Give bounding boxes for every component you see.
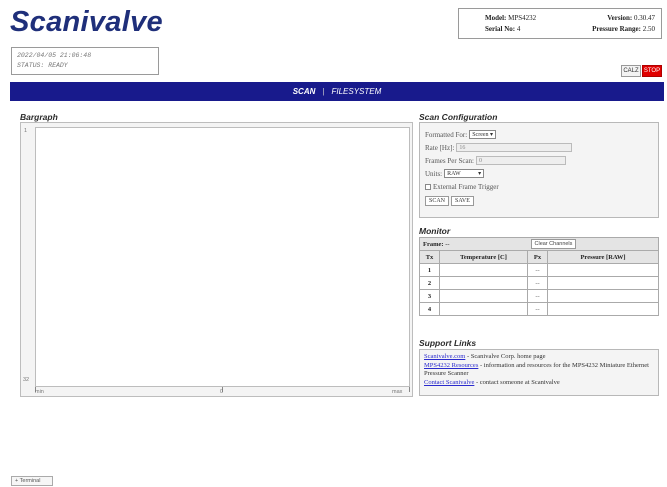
bargraph-panel: 1 32 min 0 max xyxy=(20,122,413,397)
bargraph-tick-max xyxy=(409,387,410,392)
px-cell: -- xyxy=(527,276,548,290)
temperature-cell xyxy=(439,302,528,316)
external-frame-trigger-checkbox[interactable] xyxy=(425,183,431,190)
external-frame-trigger-label: External Frame Trigger xyxy=(433,182,499,191)
tx-cell: 2 xyxy=(419,276,440,290)
pressure-cell xyxy=(547,302,659,316)
units-label: Units: xyxy=(425,169,443,178)
mps4232-resources-link[interactable]: MPS4232 Resources xyxy=(424,362,478,369)
save-button[interactable]: SAVE xyxy=(451,195,474,206)
frames-per-scan-label: Frames Per Scan: xyxy=(425,156,474,165)
scan-button[interactable]: SCAN xyxy=(425,195,450,206)
tx-cell: 3 xyxy=(419,289,440,303)
support-links-panel: Scanivalve.com - Scanivalve Corp. home p… xyxy=(419,349,659,396)
units-select[interactable]: RAW ▾ xyxy=(444,169,485,178)
model-value: MPS4232 xyxy=(508,14,537,22)
frame-value: -- xyxy=(445,240,450,248)
bargraph-max-label: max xyxy=(392,389,403,395)
datetime-text: 2022/04/05 21:06:48 xyxy=(17,52,92,59)
bargraph-top-index: 1 xyxy=(24,128,28,134)
terminal-button[interactable]: + Terminal xyxy=(11,476,53,486)
temperature-cell xyxy=(439,289,528,303)
px-cell: -- xyxy=(527,263,548,277)
col-px: Px xyxy=(527,250,548,264)
chevron-down-icon: ▾ xyxy=(490,132,494,138)
version-value: 0.30.47 xyxy=(634,14,655,22)
rate-input[interactable]: 16 xyxy=(456,143,573,152)
pressure-range-label: Pressure Range: xyxy=(592,25,641,33)
px-cell: -- xyxy=(527,302,548,316)
monitor-table: Frame: -- Clear Channels Tx Temperature … xyxy=(419,237,659,316)
scanivalve-logo: Scanivalve xyxy=(10,6,163,38)
scan-config-title: Scan Configuration xyxy=(419,112,498,122)
nav-filesystem-link[interactable]: FILESYSTEM xyxy=(331,87,381,96)
tx-cell: 1 xyxy=(419,263,440,277)
rate-label: Rate [Hz]: xyxy=(425,143,455,152)
table-row: 4 -- xyxy=(419,302,659,316)
px-cell: -- xyxy=(527,289,548,303)
frames-per-scan-input[interactable]: 0 xyxy=(476,156,566,165)
col-temperature: Temperature [C] xyxy=(439,250,528,264)
bargraph-min-label: min xyxy=(35,389,44,395)
chevron-down-icon: ▾ xyxy=(478,171,482,177)
temperature-cell xyxy=(439,276,528,290)
tx-cell: 4 xyxy=(419,302,440,316)
scan-config-panel: Formatted For: Screen ▾ Rate [Hz]: 16 Fr… xyxy=(419,122,659,218)
bargraph-bottom-index: 32 xyxy=(23,377,30,383)
pressure-cell xyxy=(547,263,659,277)
table-row: 3 -- xyxy=(419,289,659,303)
nav-scan-link[interactable]: SCAN xyxy=(293,87,316,96)
status-text: STATUS: READY xyxy=(17,62,68,69)
frame-label: Frame: xyxy=(423,240,444,248)
monitor-title: Monitor xyxy=(419,226,451,236)
calz-button[interactable]: CALZ xyxy=(621,65,641,77)
pressure-range-value: 2.50 xyxy=(642,25,655,33)
table-row: 2 -- xyxy=(419,276,659,290)
nav-bar: SCAN | FILESYSTEM xyxy=(10,82,664,101)
pressure-cell xyxy=(547,276,659,290)
col-tx: Tx xyxy=(419,250,440,264)
formatted-for-value: Screen xyxy=(472,132,489,138)
bargraph-plot xyxy=(35,127,410,387)
version-label: Version: xyxy=(607,14,633,22)
status-box: 2022/04/05 21:06:48 STATUS: READY xyxy=(11,47,159,75)
nav-separator: | xyxy=(322,87,325,96)
serial-value: 4 xyxy=(516,25,521,33)
table-row: 1 -- xyxy=(419,263,659,277)
support-links-title: Support Links xyxy=(419,338,477,348)
contact-scanivalve-link[interactable]: Contact Scanivalve xyxy=(424,379,474,386)
device-info-box: Model: MPS4232 Version: 0.30.47 Serial N… xyxy=(458,8,662,39)
stop-button[interactable]: STOP xyxy=(642,65,662,77)
pressure-cell xyxy=(547,289,659,303)
formatted-for-label: Formatted For: xyxy=(425,130,468,139)
bargraph-zero-label: 0 xyxy=(220,389,224,395)
formatted-for-select[interactable]: Screen ▾ xyxy=(469,130,497,139)
bargraph-title: Bargraph xyxy=(20,112,58,122)
clear-channels-button[interactable]: Clear Channels xyxy=(530,239,577,249)
units-value: RAW xyxy=(447,171,461,177)
serial-label: Serial No: xyxy=(485,25,516,33)
frame-cell: Frame: -- xyxy=(419,237,528,251)
scanivalve-link-desc: - Scanivalve Corp. home page xyxy=(465,353,546,360)
temperature-cell xyxy=(439,263,528,277)
col-pressure: Pressure [RAW] xyxy=(547,250,659,264)
contact-scanivalve-desc: - contact someone at Scanivalve xyxy=(474,378,560,386)
model-label: Model: xyxy=(485,14,507,22)
scanivalve-link[interactable]: Scanivalve.com xyxy=(424,353,465,360)
